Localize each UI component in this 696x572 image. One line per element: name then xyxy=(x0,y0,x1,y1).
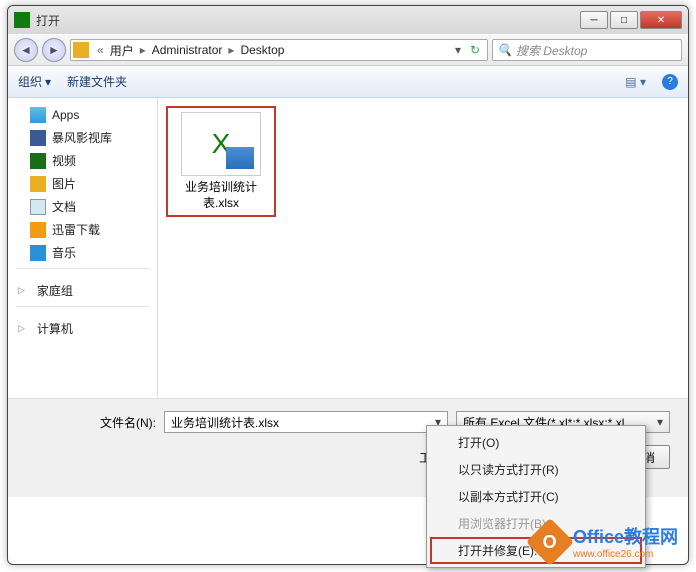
folder-icon xyxy=(73,42,89,58)
sidebar-item-documents[interactable]: 文档 xyxy=(10,195,155,218)
watermark-url: www.office26.com xyxy=(573,549,678,560)
organize-button[interactable]: 组织 ▾ xyxy=(18,73,51,90)
divider xyxy=(16,306,149,307)
watermark-badge-icon: O xyxy=(526,517,574,565)
sidebar-item-music[interactable]: 音乐 xyxy=(10,241,155,264)
excel-icon xyxy=(14,12,30,28)
sidebar-item-storm[interactable]: 暴风影视库 xyxy=(10,126,155,149)
menu-item-open[interactable]: 打开(O) xyxy=(430,429,642,456)
chevron-right-icon: « xyxy=(93,43,108,57)
document-icon xyxy=(30,199,46,215)
filename-input[interactable]: 业务培训统计表.xlsx ▾ xyxy=(164,411,448,433)
search-placeholder: 搜索 Desktop xyxy=(516,42,587,59)
breadcrumb-item[interactable]: 用户 xyxy=(108,42,136,59)
window-controls: ─ □ ✕ xyxy=(580,11,682,29)
breadcrumb-item[interactable]: Administrator xyxy=(150,43,225,57)
search-icon: 🔍 xyxy=(497,43,512,57)
chevron-right-icon: ▸ xyxy=(224,43,238,57)
toolbar: 组织 ▾ 新建文件夹 ▤ ▾ ? xyxy=(8,66,688,98)
expand-icon: ▷ xyxy=(18,323,25,334)
sidebar-item-pictures[interactable]: 图片 xyxy=(10,172,155,195)
music-icon xyxy=(30,245,46,261)
forward-button[interactable]: ► xyxy=(42,38,66,62)
search-input[interactable]: 🔍 搜索 Desktop xyxy=(492,39,682,61)
watermark-text: Office教程网 xyxy=(573,527,678,547)
menu-item-open-copy[interactable]: 以副本方式打开(C) xyxy=(430,483,642,510)
chevron-down-icon: ▾ xyxy=(657,415,663,429)
file-name: 业务培训统计表.xlsx xyxy=(172,180,270,211)
view-options-icon[interactable]: ▤ ▾ xyxy=(625,75,646,89)
refresh-icon[interactable]: ↻ xyxy=(465,43,485,57)
minimize-button[interactable]: ─ xyxy=(580,11,608,29)
chevron-right-icon: ▸ xyxy=(136,43,150,57)
titlebar: 打开 ─ □ ✕ xyxy=(8,6,688,34)
close-button[interactable]: ✕ xyxy=(640,11,682,29)
sidebar-item-video[interactable]: 视频 xyxy=(10,149,155,172)
storm-icon xyxy=(30,130,46,146)
sidebar-group-computer[interactable]: ▷计算机 xyxy=(10,317,155,340)
filename-label: 文件名(N): xyxy=(26,414,156,431)
new-folder-button[interactable]: 新建文件夹 xyxy=(67,73,127,90)
file-item[interactable]: X 业务培训统计表.xlsx xyxy=(166,106,276,217)
nav-bar: ◄ ► « 用户 ▸ Administrator ▸ Desktop ▾ ↻ 🔍… xyxy=(8,34,688,66)
thunder-icon xyxy=(30,222,46,238)
help-icon[interactable]: ? xyxy=(662,74,678,90)
sidebar: Apps 暴风影视库 视频 图片 文档 迅雷下载 音乐 ▷家庭组 ▷计算机 xyxy=(8,98,158,398)
breadcrumb[interactable]: « 用户 ▸ Administrator ▸ Desktop ▾ ↻ xyxy=(70,39,488,61)
expand-icon: ▷ xyxy=(18,285,25,296)
breadcrumb-dropdown-icon[interactable]: ▾ xyxy=(451,43,465,57)
watermark: O Office教程网 www.office26.com xyxy=(533,523,678,560)
divider xyxy=(16,268,149,269)
sidebar-group-homegroup[interactable]: ▷家庭组 xyxy=(10,279,155,302)
chevron-down-icon: ▾ xyxy=(45,75,51,89)
menu-item-open-readonly[interactable]: 以只读方式打开(R) xyxy=(430,456,642,483)
body-area: Apps 暴风影视库 视频 图片 文档 迅雷下载 音乐 ▷家庭组 ▷计算机 X … xyxy=(8,98,688,398)
apps-icon xyxy=(30,107,46,123)
excel-file-icon: X xyxy=(181,112,261,176)
picture-icon xyxy=(30,176,46,192)
sidebar-item-apps[interactable]: Apps xyxy=(10,104,155,126)
sidebar-item-thunder[interactable]: 迅雷下载 xyxy=(10,218,155,241)
window-title: 打开 xyxy=(36,12,580,29)
file-list[interactable]: X 业务培训统计表.xlsx xyxy=(158,98,688,398)
maximize-button[interactable]: □ xyxy=(610,11,638,29)
back-button[interactable]: ◄ xyxy=(14,38,38,62)
video-icon xyxy=(30,153,46,169)
breadcrumb-item[interactable]: Desktop xyxy=(238,43,286,57)
